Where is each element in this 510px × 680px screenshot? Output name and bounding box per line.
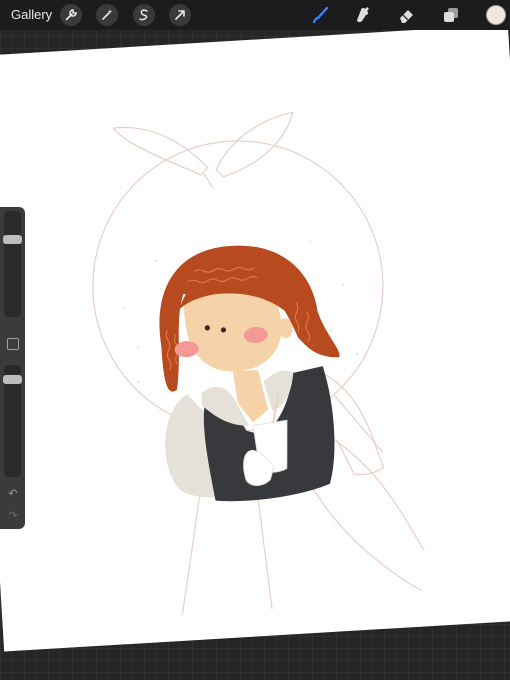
brush-icon	[312, 6, 329, 24]
left-sidebar: ↶ ↷	[0, 207, 25, 529]
brush-size-slider[interactable]	[3, 211, 22, 317]
smudge-tool[interactable]	[352, 4, 374, 26]
modify-button[interactable]	[7, 338, 19, 350]
redo-button[interactable]: ↷	[6, 509, 20, 522]
eraser-tool[interactable]	[396, 4, 418, 26]
selection-icon	[139, 9, 148, 21]
selection-button[interactable]	[133, 4, 155, 26]
adjustments-button[interactable]	[96, 4, 118, 26]
drawing-canvas[interactable]	[0, 24, 510, 652]
color-swatch[interactable]	[486, 5, 506, 25]
actions-button[interactable]	[60, 4, 82, 26]
magic-wand-icon	[102, 9, 113, 20]
transform-button[interactable]	[169, 4, 191, 26]
opacity-slider[interactable]	[3, 365, 22, 477]
brush-tool[interactable]	[309, 4, 331, 26]
brush-size-thumb[interactable]	[3, 235, 22, 244]
layers-icon	[444, 8, 458, 22]
eraser-icon	[400, 10, 413, 23]
transform-arrow-icon	[175, 10, 185, 20]
artwork	[92, 111, 425, 615]
top-toolbar: Gallery	[0, 0, 510, 30]
opacity-thumb[interactable]	[3, 375, 22, 384]
layers-tool[interactable]	[440, 4, 462, 26]
smudge-icon	[357, 7, 369, 23]
undo-button[interactable]: ↶	[6, 487, 20, 500]
wrench-icon	[65, 9, 77, 21]
gallery-button[interactable]: Gallery	[11, 7, 52, 22]
